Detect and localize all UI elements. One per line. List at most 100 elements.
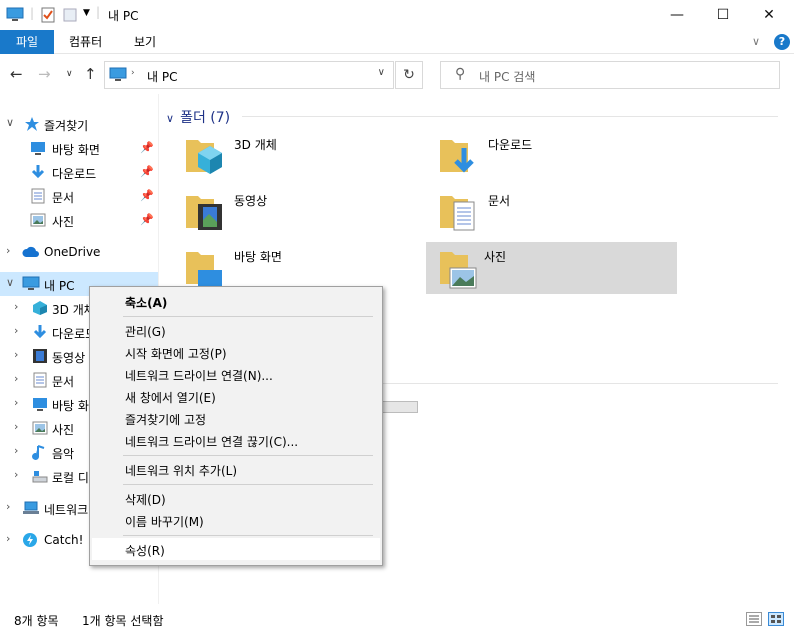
folder-label: 동영상 — [234, 194, 268, 208]
network-icon — [22, 500, 39, 516]
pc-icon — [109, 67, 127, 86]
chevron-down-icon[interactable]: ∨ — [6, 276, 14, 289]
ribbon-tabs: 파일 컴퓨터 보기 ∨ ? — [0, 30, 794, 54]
chevron-right-icon[interactable]: › — [6, 532, 10, 545]
picture-icon — [438, 246, 478, 290]
folder-tile-videos[interactable]: 동영상 — [176, 186, 426, 238]
chevron-right-icon[interactable]: › — [14, 420, 18, 433]
download-icon — [32, 324, 48, 340]
group-title: 폴더 (7) — [180, 110, 231, 126]
tab-view[interactable]: 보기 — [121, 30, 169, 54]
menu-item-collapse[interactable]: 축소(A) — [92, 290, 380, 312]
chevron-right-icon[interactable]: › — [14, 468, 18, 481]
sidebar-item-pictures[interactable]: 사진 📌 — [0, 208, 158, 232]
minimize-button[interactable]: — — [654, 0, 700, 30]
forward-arrow-icon[interactable]: → — [38, 65, 51, 83]
menu-separator — [123, 484, 373, 485]
drive-icon — [32, 468, 48, 484]
sidebar-item-favorites[interactable]: ∨ 즐겨찾기 — [0, 112, 158, 136]
menu-item-add-network-location[interactable]: 네트워크 위치 추가(L) — [92, 458, 380, 480]
new-folder-icon[interactable] — [62, 7, 78, 26]
sidebar-item-onedrive[interactable]: › OneDrive — [0, 240, 158, 264]
group-divider — [242, 116, 778, 117]
folder-tile-3d-objects[interactable]: 3D 개체 — [176, 130, 426, 182]
star-icon — [24, 116, 40, 132]
address-bar[interactable]: › 내 PC ∨ — [104, 61, 394, 89]
item-count: 8개 항목 — [14, 614, 59, 628]
menu-item-manage[interactable]: 관리(G) — [92, 319, 380, 341]
help-button[interactable]: ? — [774, 34, 790, 50]
menu-item-delete[interactable]: 삭제(D) — [92, 487, 380, 509]
customize-toolbar-icon[interactable]: ▼ — [83, 8, 90, 18]
folder-label: 문서 — [488, 194, 511, 208]
status-bar: 8개 항목 1개 항목 선택함 — [0, 604, 794, 634]
tab-file[interactable]: 파일 — [0, 30, 54, 54]
menu-separator — [123, 535, 373, 536]
up-arrow-icon[interactable]: ↑ — [84, 65, 97, 83]
chevron-right-icon[interactable]: › — [131, 68, 135, 78]
picture-icon — [32, 420, 48, 436]
folder-tile-documents[interactable]: 문서 — [430, 186, 680, 238]
pin-icon: 📌 — [140, 165, 154, 178]
picture-icon — [30, 212, 46, 228]
folder-label: 바탕 화면 — [234, 250, 282, 264]
chevron-down-icon[interactable]: ∨ — [6, 116, 14, 129]
download-icon — [438, 134, 478, 178]
document-icon — [438, 190, 478, 234]
chevron-right-icon[interactable]: › — [14, 300, 18, 313]
chevron-right-icon[interactable]: › — [14, 348, 18, 361]
tab-computer[interactable]: 컴퓨터 — [56, 30, 115, 54]
window-title: 내 PC — [108, 9, 139, 23]
chevron-right-icon[interactable]: › — [14, 372, 18, 385]
chevron-down-icon[interactable]: ∨ — [166, 112, 174, 125]
group-divider — [383, 383, 778, 384]
search-input[interactable]: ⚲ 내 PC 검색 — [440, 61, 780, 89]
menu-item-rename[interactable]: 이름 바꾸기(M) — [92, 509, 380, 531]
folder-label: 3D 개체 — [234, 138, 277, 152]
menu-item-map-network-drive[interactable]: 네트워크 드라이브 연결(N)... — [92, 363, 380, 385]
refresh-button[interactable]: ↻ — [395, 61, 423, 89]
details-view-icon[interactable] — [746, 612, 762, 626]
context-menu: 축소(A) 관리(G) 시작 화면에 고정(P) 네트워크 드라이브 연결(N)… — [89, 286, 383, 566]
back-arrow-icon[interactable]: ← — [10, 65, 23, 83]
folder-tile-downloads[interactable]: 다운로드 — [430, 130, 680, 182]
sidebar-item-downloads[interactable]: 다운로드 📌 — [0, 160, 158, 184]
chevron-right-icon[interactable]: › — [14, 444, 18, 457]
desktop-icon — [184, 246, 224, 290]
menu-item-disconnect-network-drive[interactable]: 네트워크 드라이브 연결 끊기(C)... — [92, 429, 380, 451]
folder-tile-pictures[interactable]: 사진 — [426, 242, 677, 294]
close-button[interactable]: ✕ — [746, 0, 792, 30]
menu-item-properties[interactable]: 속성(R) — [92, 538, 380, 560]
folder-group-header[interactable]: ∨ 폴더 (7) — [166, 107, 230, 127]
address-dropdown-icon[interactable]: ∨ — [378, 67, 385, 78]
pin-icon: 📌 — [140, 189, 154, 202]
download-icon — [30, 164, 46, 180]
cube-icon — [32, 300, 48, 316]
menu-item-pin-to-quick-access[interactable]: 즐겨찾기에 고정 — [92, 407, 380, 429]
sidebar-item-desktop[interactable]: 바탕 화면 📌 — [0, 136, 158, 160]
desktop-icon — [30, 140, 46, 156]
search-placeholder: 내 PC 검색 — [479, 70, 536, 84]
large-icons-view-icon[interactable] — [768, 612, 784, 626]
chevron-right-icon[interactable]: › — [14, 396, 18, 409]
pin-icon: 📌 — [140, 141, 154, 154]
pc-icon — [22, 276, 40, 292]
pc-icon[interactable] — [6, 7, 24, 26]
desktop-icon — [32, 396, 48, 412]
chevron-right-icon[interactable]: › — [14, 324, 18, 337]
chevron-right-icon[interactable]: › — [6, 244, 10, 257]
title-bar: | ▼ | 내 PC — ☐ ✕ — [0, 0, 794, 30]
music-icon — [32, 444, 48, 460]
pin-icon: 📌 — [140, 213, 154, 226]
properties-icon[interactable] — [40, 7, 56, 26]
catch-icon — [22, 532, 38, 548]
recent-locations-icon[interactable]: ∨ — [66, 69, 73, 79]
sidebar-item-documents[interactable]: 문서 📌 — [0, 184, 158, 208]
chevron-right-icon[interactable]: › — [6, 500, 10, 513]
navigation-bar: ← → ∨ ↑ › 내 PC ∨ ↻ ⚲ 내 PC 검색 — [0, 56, 794, 94]
menu-item-open-in-new-window[interactable]: 새 창에서 열기(E) — [92, 385, 380, 407]
menu-item-pin-to-start[interactable]: 시작 화면에 고정(P) — [92, 341, 380, 363]
expand-ribbon-icon[interactable]: ∨ — [752, 35, 760, 48]
maximize-button[interactable]: ☐ — [700, 0, 746, 30]
video-icon — [32, 348, 48, 364]
